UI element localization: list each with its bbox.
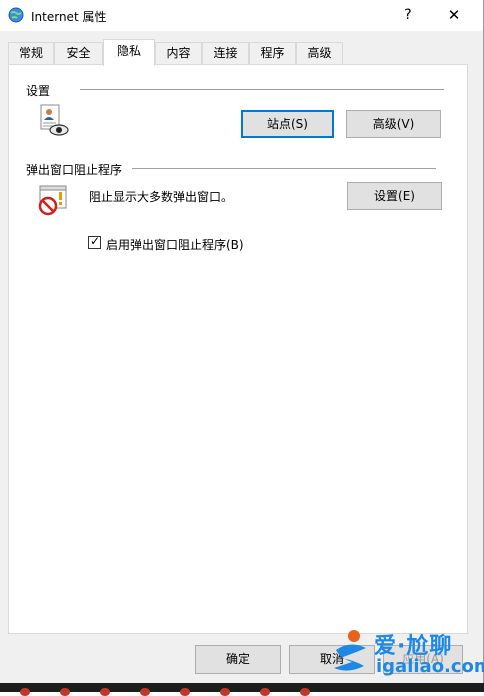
taskbar-app-icon[interactable]: [60, 688, 70, 696]
close-button[interactable]: ✕: [438, 0, 470, 31]
settings-group-label: 设置: [26, 82, 55, 99]
watermark-logo-icon: [330, 628, 372, 678]
tab-programs[interactable]: 程序: [249, 42, 296, 64]
tab-content[interactable]: 内容: [155, 42, 202, 64]
sites-button[interactable]: 站点(S): [241, 110, 334, 138]
checkmark-icon: ✓: [90, 234, 101, 248]
popup-blocker-description: 阻止显示大多数弹出窗口。: [89, 190, 234, 204]
taskbar-app-icon[interactable]: [100, 688, 110, 696]
enable-popup-blocker-label[interactable]: 启用弹出窗口阻止程序(B): [106, 236, 244, 253]
watermark-site: igaliao.com: [376, 656, 484, 677]
taskbar-app-icon[interactable]: [20, 688, 30, 696]
tab-privacy[interactable]: 隐私: [103, 39, 155, 66]
popup-group-label: 弹出窗口阻止程序: [26, 161, 127, 178]
help-button[interactable]: ?: [393, 0, 423, 31]
taskbar-app-icon[interactable]: [140, 688, 150, 696]
tab-security[interactable]: 安全: [54, 42, 103, 64]
taskbar-app-icon[interactable]: [300, 688, 310, 696]
popup-settings-button[interactable]: 设置(E): [347, 182, 442, 210]
internet-properties-dialog: Internet 属性 ? ✕ 常规 安全 隐私 内容 连接 程序 高级 设置 …: [0, 0, 484, 696]
tab-advanced[interactable]: 高级: [296, 42, 343, 64]
popup-blocker-icon: [37, 184, 69, 216]
settings-group-divider: [80, 89, 444, 90]
tab-connections[interactable]: 连接: [202, 42, 249, 64]
enable-popup-blocker-checkbox[interactable]: ✓: [88, 234, 101, 249]
advanced-button[interactable]: 高级(V): [346, 110, 441, 138]
ok-button[interactable]: 确定: [195, 645, 281, 674]
privacy-report-icon: [38, 104, 70, 138]
site-watermark: 爱·尬聊 igaliao.com: [326, 620, 484, 684]
taskbar-app-icon[interactable]: [220, 688, 230, 696]
taskbar-app-icon[interactable]: [180, 688, 190, 696]
popup-group-divider: [132, 168, 436, 169]
taskbar-strip: [0, 683, 484, 696]
title-bar: Internet 属性 ? ✕: [0, 0, 483, 31]
window-title: Internet 属性: [31, 10, 107, 24]
privacy-tab-panel: [8, 64, 468, 634]
tab-general[interactable]: 常规: [8, 42, 54, 64]
internet-globe-icon: [8, 7, 24, 23]
taskbar-app-icon[interactable]: [260, 688, 270, 696]
